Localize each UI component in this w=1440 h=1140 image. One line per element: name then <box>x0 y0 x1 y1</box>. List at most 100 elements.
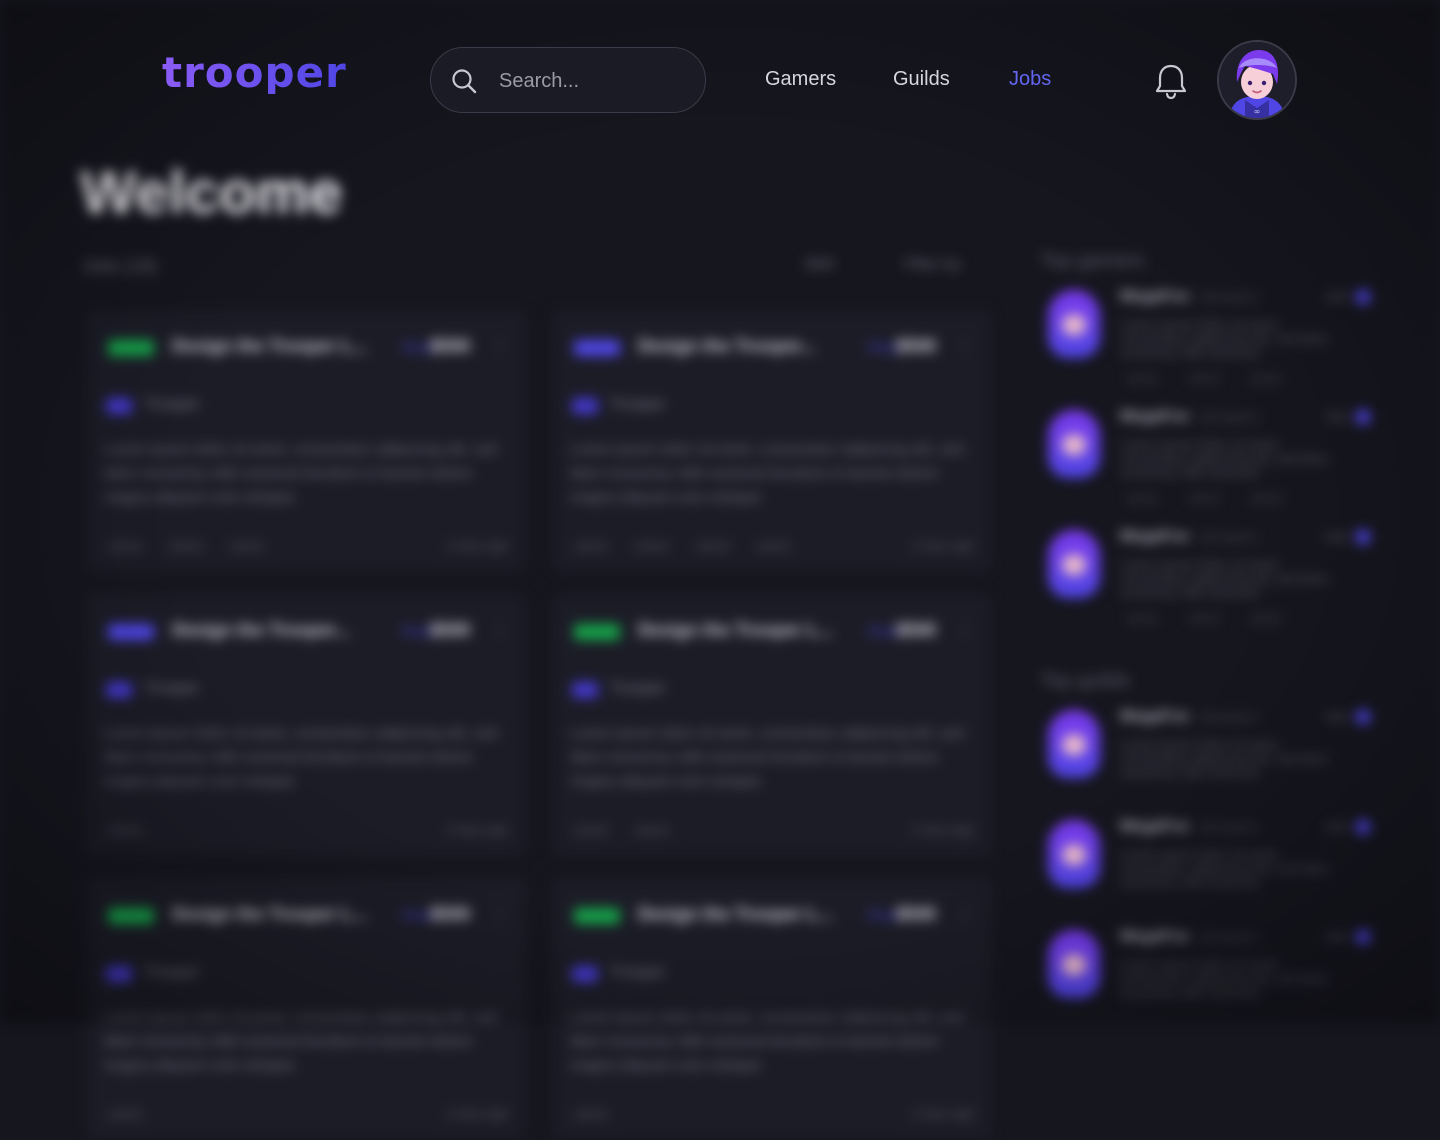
nav-guilds[interactable]: Guilds <box>893 68 950 91</box>
sidebar-section-title: Top guilds <box>1040 670 1131 692</box>
more-options-icon[interactable]: ⋮ <box>490 620 508 641</box>
job-category-tag <box>574 908 620 924</box>
item-action-label: Add <box>1324 529 1348 544</box>
job-time: 1 hour ago <box>911 538 974 553</box>
job-category-tag <box>108 624 154 640</box>
nav-jobs[interactable]: Jobs <box>1009 68 1051 91</box>
job-title: Design the Trooper... <box>638 336 817 356</box>
add-button[interactable] <box>1356 820 1370 834</box>
job-card[interactable]: Design the Trooper L... Price $500 ⋮ Tro… <box>552 878 992 1140</box>
item-tag: UI/UX <box>1188 612 1221 626</box>
avatar <box>1048 930 1100 998</box>
job-price-label: Price <box>402 340 432 355</box>
avatar <box>1048 410 1100 478</box>
job-card[interactable]: Design the Trooper L... Price $500 ⋮ Tro… <box>552 594 992 856</box>
sidebar-list-item[interactable]: MegaFox @megafox Add Lorem ipsum dolor s… <box>1040 288 1370 400</box>
sidebar-list-item[interactable]: MegaFox @megafox Add Lorem ipsum dolor s… <box>1040 708 1370 820</box>
org-logo-icon <box>106 966 132 982</box>
sidebar-list-item[interactable]: MegaFox @megafox Add Lorem ipsum dolor s… <box>1040 818 1370 930</box>
job-tags: UI/UX <box>574 1106 635 1124</box>
job-description: Lorem ipsum dolor sit amet, consectetur … <box>570 441 964 506</box>
item-tag: UI/UX <box>1250 492 1283 506</box>
job-category-tag <box>108 908 154 924</box>
job-tag: UI/UX <box>574 823 609 838</box>
item-tag: UI/UX <box>1126 492 1159 506</box>
job-card[interactable]: Design the Trooper L... Price $500 ⋮ Tro… <box>86 878 526 1140</box>
item-tag: UI/UX <box>1250 612 1283 626</box>
search-input[interactable] <box>497 64 691 98</box>
job-card[interactable]: Design the Trooper... Price $500 ⋮ Troop… <box>86 594 526 856</box>
job-time: 1 hour ago <box>445 822 508 837</box>
add-button[interactable] <box>1356 410 1370 424</box>
job-tag: UI/UX <box>634 539 670 554</box>
job-time: 1 hour ago <box>911 1106 974 1121</box>
job-title: Design the Trooper L... <box>172 336 368 356</box>
more-options-icon[interactable]: ⋮ <box>956 904 974 925</box>
item-name: MegaFox <box>1120 928 1190 945</box>
item-action-label: Add <box>1324 709 1348 724</box>
job-org: Trooper <box>144 680 200 697</box>
sidebar-section-title: Top gamers <box>1040 250 1145 272</box>
job-card[interactable]: Design the Trooper... Price $500 ⋮ Troop… <box>552 310 992 572</box>
job-tags: UI/UX UI/UX <box>574 822 695 840</box>
item-description: Lorem ipsum dolor sit amet, consectetur … <box>1120 557 1329 600</box>
job-category-tag <box>108 340 154 356</box>
item-tag: UI/UX <box>1188 372 1221 386</box>
more-options-icon[interactable]: ⋮ <box>490 904 508 925</box>
item-description: Lorem ipsum dolor sit amet, consectetur … <box>1120 737 1329 780</box>
item-action-label: Add <box>1324 819 1348 834</box>
job-price: $500 <box>895 904 936 924</box>
org-logo-icon <box>572 682 598 698</box>
job-org: Trooper <box>610 396 666 413</box>
job-tag: UI/UX <box>574 539 609 554</box>
filter-by-dropdown[interactable]: Filter by <box>904 256 961 274</box>
svg-text:∞: ∞ <box>1254 107 1261 116</box>
item-tag: UI/UX <box>1126 612 1159 626</box>
job-tag: UI/UX <box>756 539 791 554</box>
more-options-icon[interactable]: ⋮ <box>956 336 974 357</box>
item-handle: @megafox <box>1200 820 1259 834</box>
add-button[interactable] <box>1356 530 1370 544</box>
item-name: MegaFox <box>1120 708 1190 725</box>
sidebar-list-item[interactable]: MegaFox @megafox Add Lorem ipsum dolor s… <box>1040 408 1370 520</box>
job-price-label: Price <box>868 624 898 639</box>
job-tag: UI/UX <box>108 1107 143 1122</box>
user-avatar[interactable]: ∞ <box>1217 40 1297 120</box>
jobs-count: Jobs (19) <box>82 256 158 276</box>
add-button[interactable] <box>1356 930 1370 944</box>
job-org: Trooper <box>144 964 200 981</box>
add-button[interactable] <box>1356 710 1370 724</box>
item-handle: @megafox <box>1200 410 1259 424</box>
job-title: Design the Trooper... <box>172 620 351 640</box>
more-options-icon[interactable]: ⋮ <box>490 336 508 357</box>
job-org: Trooper <box>144 396 200 413</box>
job-card[interactable]: Design the Trooper L... Price $500 ⋮ Tro… <box>86 310 526 572</box>
add-button[interactable] <box>1356 290 1370 304</box>
bell-icon[interactable] <box>1154 62 1188 100</box>
more-options-icon[interactable]: ⋮ <box>956 620 974 641</box>
job-title: Design the Trooper L... <box>638 620 834 640</box>
item-tag: UI/UX <box>1250 372 1283 386</box>
org-logo-icon <box>572 398 598 414</box>
item-description: Lorem ipsum dolor sit amet, consectetur … <box>1120 437 1329 480</box>
sidebar-list-item[interactable]: MegaFox @megafox Add Lorem ipsum dolor s… <box>1040 528 1370 640</box>
search-icon <box>452 69 477 94</box>
trooper-logo[interactable]: trooper <box>162 52 347 94</box>
item-name: MegaFox <box>1120 528 1190 545</box>
job-tag: UI/UX <box>574 1107 609 1122</box>
job-price: $500 <box>429 904 470 924</box>
job-title: Design the Trooper L... <box>638 904 834 924</box>
item-name: MegaFox <box>1120 818 1190 835</box>
job-price: $500 <box>429 336 470 356</box>
top-header: trooper Gamers Guilds Jobs ∞ <box>0 0 1440 160</box>
item-handle: @megafox <box>1200 710 1259 724</box>
item-tags: UI/UX UI/UX UI/UX <box>1126 610 1312 628</box>
item-name: MegaFox <box>1120 408 1190 425</box>
nav-gamers[interactable]: Gamers <box>765 68 836 91</box>
item-name: MegaFox <box>1120 288 1190 305</box>
skill-filter[interactable]: Skill <box>804 256 833 274</box>
item-action-label: Add <box>1324 289 1348 304</box>
search-box[interactable] <box>430 47 706 113</box>
job-tag: UI/UX <box>108 823 143 838</box>
item-handle: @megafox <box>1200 530 1259 544</box>
